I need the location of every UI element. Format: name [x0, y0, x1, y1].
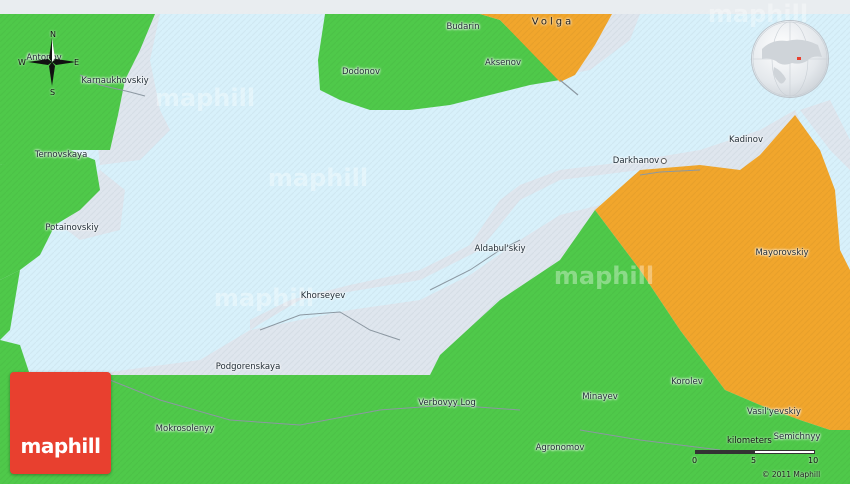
place-label: Khorseyev — [300, 291, 346, 301]
place-label: Minayev — [582, 392, 618, 402]
place-label: Budarin — [446, 22, 480, 32]
terrain-layer — [0, 0, 850, 484]
place-label: Aksenov — [484, 58, 522, 68]
copyright-text: © 2011 Maphill — [762, 470, 821, 479]
place-label: Potainovskiy — [45, 223, 99, 233]
place-label: Podgorenskaya — [215, 362, 281, 372]
place-label: Mayorovskiy — [755, 248, 809, 258]
place-label: Aldabul'skiy — [474, 244, 526, 254]
place-label: Agronomov — [535, 443, 585, 453]
place-label: Vasil'yevskiy — [747, 407, 801, 417]
scale-tick: 0 — [692, 456, 698, 465]
compass-rose: N S E W — [16, 28, 80, 98]
compass-south-label: S — [50, 88, 56, 97]
place-label: Karnaukhovskiy — [81, 76, 149, 86]
compass-west-label: W — [18, 58, 26, 67]
place-label: Kadinov — [728, 135, 764, 145]
compass-north-label: N — [50, 30, 56, 39]
place-label: Darkhanov — [613, 156, 668, 166]
place-label: Korolev — [671, 377, 703, 387]
place-label: Ternovskaya — [34, 150, 88, 160]
place-label: Mokrosolenyy — [155, 424, 215, 434]
compass-east-label: E — [74, 58, 80, 67]
map-view[interactable]: maphill maphill maphill maphill maphill … — [0, 0, 850, 484]
river-label: Volga — [531, 16, 575, 28]
place-label: Dodonov — [342, 67, 380, 77]
scale-tick: 5 — [751, 456, 757, 465]
place-label: Verbovyy Log — [418, 398, 476, 408]
scale-title: kilometers — [727, 436, 772, 446]
logo-text: maphill — [20, 434, 101, 458]
maphill-logo[interactable]: maphill — [10, 372, 111, 474]
scale-tick: 10 — [808, 456, 819, 465]
scale-bar-line — [695, 450, 815, 454]
locator-globe-icon — [752, 21, 828, 97]
place-dot-icon — [661, 157, 668, 164]
locator-globe — [752, 21, 828, 97]
